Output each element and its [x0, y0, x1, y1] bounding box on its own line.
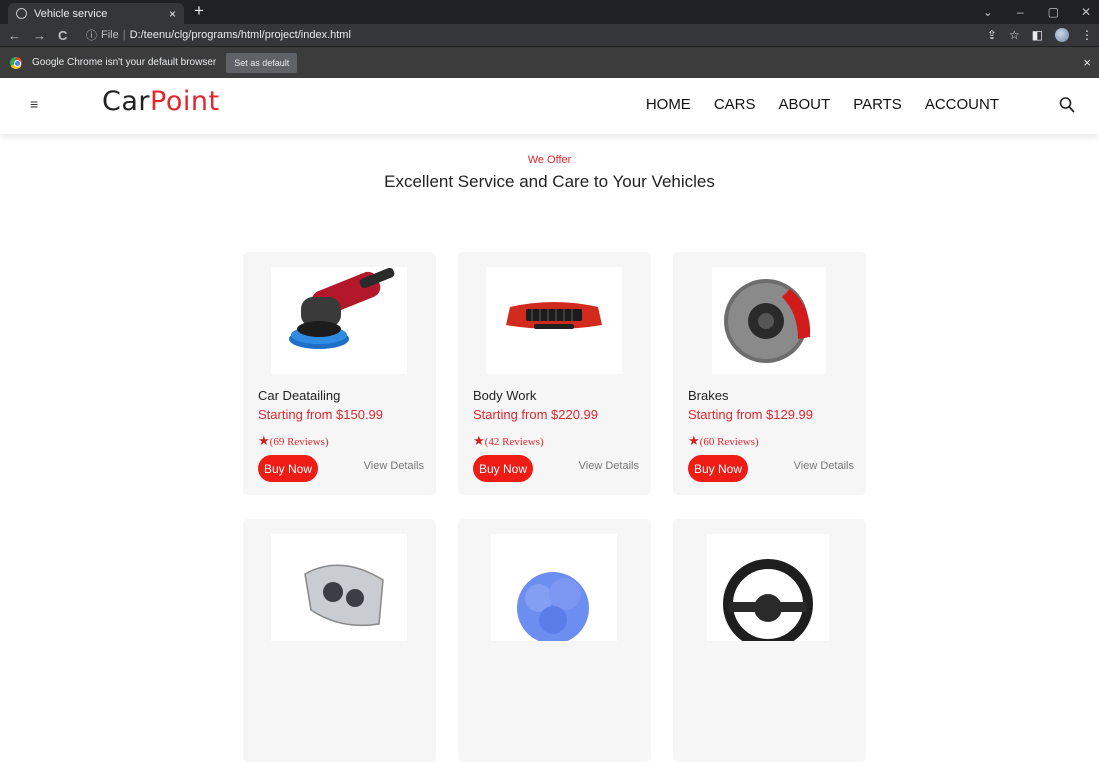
url-file-label: File — [101, 29, 119, 41]
card-rating: ★(42 Reviews) — [473, 433, 544, 449]
bumper-image — [486, 267, 622, 374]
intro-eyebrow: We Offer — [527, 154, 572, 166]
search-icon[interactable] — [1059, 96, 1075, 114]
profile-avatar-icon[interactable] — [1055, 28, 1069, 42]
share-icon[interactable]: ⇪ — [987, 28, 997, 42]
star-icon: ★ — [258, 433, 270, 448]
hamburger-menu-icon[interactable]: ≡ — [30, 96, 38, 112]
buy-now-button[interactable]: Buy Now — [688, 455, 748, 482]
restore-icon[interactable]: ▢ — [1048, 5, 1059, 19]
tab-search-icon[interactable]: ⌄ — [983, 5, 993, 19]
minimize-icon[interactable]: – — [1017, 5, 1024, 19]
set-default-button[interactable]: Set as default — [226, 52, 298, 73]
intro-headline: Excellent Service and Care to Your Vehic… — [384, 172, 715, 191]
sidepanel-icon[interactable]: ◧ — [1032, 28, 1043, 42]
browser-tabstrip: Vehicle service × + ⌄ – ▢ ✕ — [0, 0, 1099, 24]
review-count: (69 Reviews) — [269, 436, 329, 448]
tab-close-icon[interactable]: × — [169, 7, 176, 21]
card-price: Starting from $150.99 — [258, 407, 384, 422]
new-tab-button[interactable]: + — [194, 1, 204, 21]
intro-section: We Offer Excellent Service and Care to Y… — [0, 154, 1099, 192]
more-menu-icon[interactable]: ⋮ — [1081, 28, 1093, 42]
site-logo[interactable]: CarPoint — [102, 86, 220, 117]
service-card — [673, 519, 866, 762]
address-bar: ← → C ⓘ File | D:/teenu/clg/programs/htm… — [0, 24, 1099, 46]
headlight-image — [271, 534, 407, 641]
tab-title: Vehicle service — [34, 7, 108, 20]
browser-tab[interactable]: Vehicle service × — [8, 3, 184, 24]
logo-accent-text: Point — [150, 86, 220, 117]
infobar-message: Google Chrome isn't your default browser — [32, 57, 217, 68]
infobar-close-icon[interactable]: × — [1083, 55, 1091, 70]
toolbar-right: ⇪ ☆ ◧ ⋮ — [987, 24, 1093, 46]
view-details-link[interactable]: View Details — [794, 460, 854, 472]
service-card: Brakes Starting from $129.99 ★(60 Review… — [673, 252, 866, 495]
service-card: Body Work Starting from $220.99 ★(42 Rev… — [458, 252, 651, 495]
nav-account[interactable]: ACCOUNT — [925, 96, 999, 113]
card-rating: ★(60 Reviews) — [688, 433, 759, 449]
review-count: (42 Reviews) — [484, 436, 544, 448]
review-count: (60 Reviews) — [699, 436, 759, 448]
bookmark-star-icon[interactable]: ☆ — [1009, 28, 1020, 42]
polisher-image — [271, 267, 407, 374]
globe-icon — [16, 8, 27, 19]
default-browser-infobar: Google Chrome isn't your default browser… — [0, 46, 1099, 78]
nav-home[interactable]: HOME — [646, 96, 691, 113]
buy-now-button[interactable]: Buy Now — [258, 455, 318, 482]
services-grid: Car Deatailing Starting from $150.99 ★(6… — [243, 252, 867, 762]
logo-text: Car — [102, 86, 150, 117]
steering-wheel-image — [707, 534, 829, 641]
buy-now-button[interactable]: Buy Now — [473, 455, 533, 482]
card-title: Car Deatailing — [258, 388, 341, 403]
view-details-link[interactable]: View Details — [364, 460, 424, 472]
brake-disc-image — [712, 267, 826, 374]
back-icon[interactable]: ← — [8, 28, 21, 43]
card-title: Brakes — [688, 388, 729, 403]
service-card — [458, 519, 651, 762]
url-path: D:/teenu/clg/programs/html/project/index… — [129, 29, 351, 41]
star-icon: ★ — [688, 433, 700, 448]
site-header: ≡ CarPoint HOME CARS ABOUT PARTS ACCOUNT — [0, 78, 1099, 134]
card-rating: ★(69 Reviews) — [258, 433, 329, 449]
nav-cars[interactable]: CARS — [714, 96, 756, 113]
url-separator: | — [122, 29, 126, 41]
chrome-logo-icon — [10, 56, 22, 69]
view-details-link[interactable]: View Details — [579, 460, 639, 472]
service-card — [243, 519, 436, 762]
reload-icon[interactable]: C — [58, 28, 67, 43]
service-card: Car Deatailing Starting from $150.99 ★(6… — [243, 252, 436, 495]
url-field[interactable]: ⓘ File | D:/teenu/clg/programs/html/proj… — [86, 26, 979, 44]
star-icon: ★ — [473, 433, 485, 448]
card-title: Body Work — [473, 388, 537, 403]
close-window-icon[interactable]: ✕ — [1081, 5, 1091, 19]
sponge-image — [491, 534, 617, 641]
forward-icon[interactable]: → — [33, 28, 46, 43]
card-price: Starting from $129.99 — [688, 407, 814, 422]
main-nav: HOME CARS ABOUT PARTS ACCOUNT — [646, 96, 999, 113]
window-controls: ⌄ – ▢ ✕ — [983, 0, 1099, 24]
nav-about[interactable]: ABOUT — [779, 96, 831, 113]
info-icon[interactable]: ⓘ — [86, 27, 97, 43]
card-price: Starting from $220.99 — [473, 407, 599, 422]
nav-parts[interactable]: PARTS — [853, 96, 902, 113]
